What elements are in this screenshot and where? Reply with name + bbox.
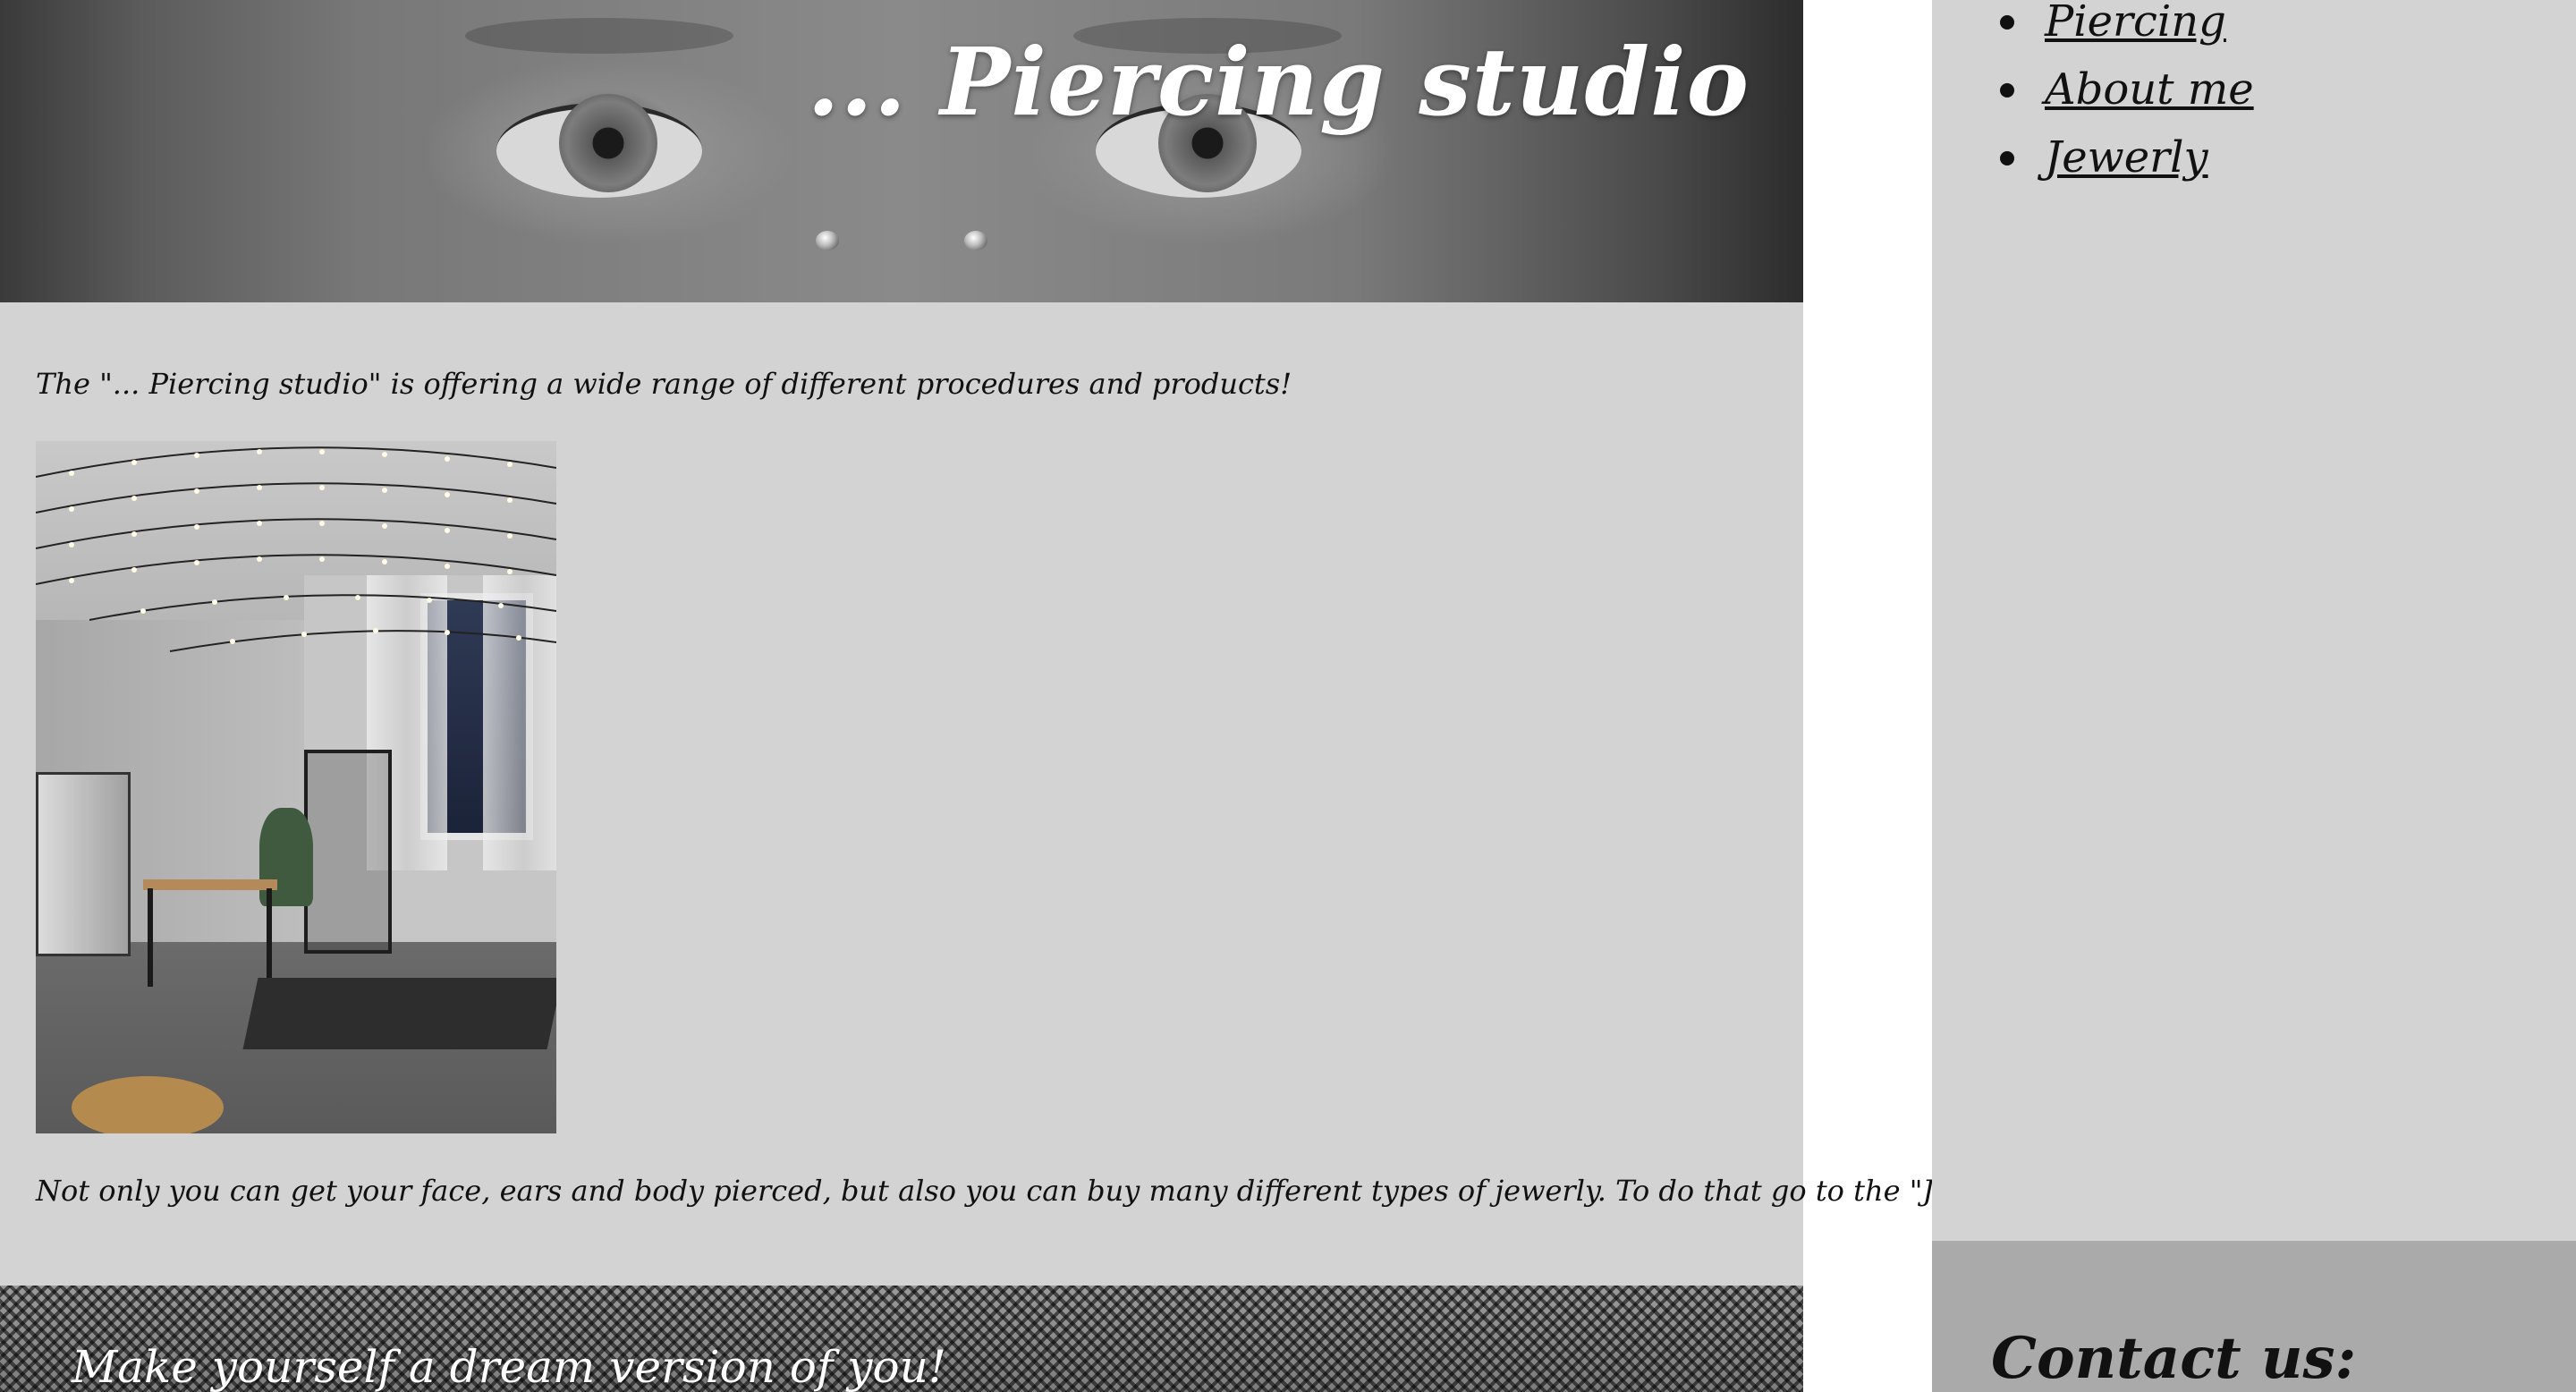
photo-desk-leg	[148, 888, 153, 987]
photo-desk-leg	[267, 888, 272, 987]
photo-shelf	[304, 750, 392, 954]
bullet-icon	[2000, 151, 2014, 166]
nav-link-piercing[interactable]: Piercing	[2045, 0, 2226, 47]
contact-heading: Contact us:	[1991, 1325, 2357, 1392]
hero-banner: ... Piercing studio	[0, 0, 1803, 302]
nav-item-jewerly: Jewerly	[1993, 123, 2254, 191]
hero-iris-left	[559, 94, 657, 192]
site-title: ... Piercing studio	[807, 27, 1750, 137]
contact-panel: Contact us:	[1932, 1241, 2576, 1392]
bullet-icon	[2000, 15, 2014, 30]
nav-link-jewerly[interactable]: Jewerly	[2045, 132, 2208, 182]
bullet-icon	[2000, 83, 2014, 98]
intro-text: The "... Piercing studio" is offering a …	[36, 367, 1292, 401]
nav-item-about-me: About me	[1993, 55, 2254, 123]
photo-rug	[72, 1076, 224, 1133]
photo-piercing-bed	[242, 978, 556, 1049]
lace-banner: Make yourself a dream version of you!	[0, 1286, 1803, 1392]
banner-tagline: Make yourself a dream version of you!	[72, 1341, 946, 1392]
body-text: Not only you can get your face, ears and…	[36, 1174, 2045, 1208]
photo-mirror	[36, 772, 131, 956]
studio-photo	[36, 441, 556, 1133]
hero-piercing-stud-left	[816, 231, 839, 250]
main-content: ... Piercing studio The "... Piercing st…	[0, 0, 2045, 1392]
nav-link-about-me[interactable]: About me	[2045, 64, 2254, 115]
nav-item-piercing: Piercing	[1993, 0, 2254, 55]
sidebar-nav: Piercing About me Jewerly	[1932, 0, 2576, 1241]
photo-string-lights	[36, 446, 556, 652]
nav-list: Piercing About me Jewerly	[1993, 0, 2254, 191]
hero-piercing-stud-right	[964, 231, 987, 250]
hero-eyebrow-left	[465, 18, 733, 54]
photo-desk	[143, 879, 277, 890]
